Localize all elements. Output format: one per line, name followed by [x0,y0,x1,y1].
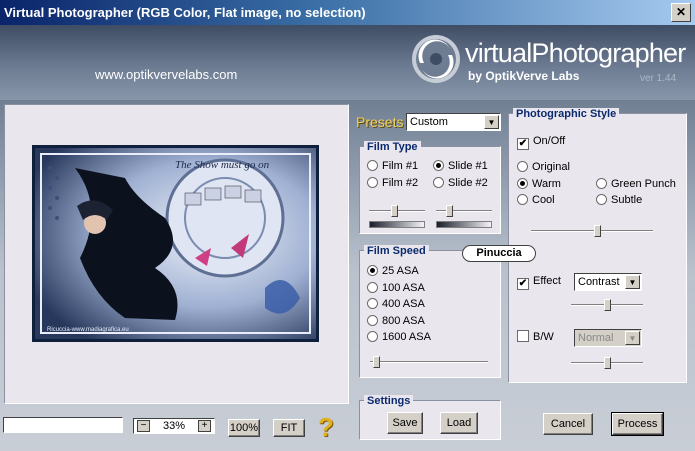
checkbox-checked-icon: ✔ [517,138,529,150]
zoom-value: 33% [162,420,186,432]
film-type-legend: Film Type [364,141,421,153]
style-option[interactable]: Subtle [596,194,642,206]
film-type-option[interactable]: Film #1 [367,160,418,172]
style-option[interactable]: Green Punch [596,178,676,190]
slider-thumb[interactable] [604,299,611,311]
photographic-style-legend: Photographic Style [513,108,620,120]
film-speed-legend: Film Speed [364,245,429,257]
film-speed-option[interactable]: 25 ASA [367,265,419,277]
radio-icon [433,177,444,188]
bw-selected: Normal [578,332,614,344]
photographic-style-group: Photographic Style ✔ On/Off Original Warm… [508,108,687,383]
onoff-checkbox[interactable]: ✔ On/Off [517,135,565,150]
preview-credit-text: Ricuccia-www.madiagrafica.eu [47,327,129,333]
presets-label: Presets [356,114,404,130]
zoom-in-button[interactable]: + [198,420,211,432]
radio-icon [367,282,378,293]
chevron-down-icon[interactable]: ▼ [625,275,640,289]
title-bar: Virtual Photographer (RGB Color, Flat im… [0,0,695,25]
film-type-option[interactable]: Slide #1 [433,160,488,172]
chevron-down-icon[interactable]: ▼ [484,115,499,129]
film-speed-option[interactable]: 800 ASA [367,315,425,327]
slider-thumb[interactable] [446,205,453,217]
checkbox-checked-icon: ✔ [517,278,529,290]
preview-image[interactable]: The Show must go on Ricuccia-www.madiagr… [32,145,319,342]
process-button[interactable]: Process [611,412,664,436]
version-label: ver 1.44 [640,73,677,84]
slider-thumb[interactable] [373,356,380,368]
progress-bar [3,417,123,433]
radio-icon [596,194,607,205]
radio-icon [367,298,378,309]
window-title: Virtual Photographer (RGB Color, Flat im… [4,5,366,20]
checkbox-unchecked-icon [517,330,529,342]
logo-swirl-icon [412,35,460,83]
film-type-group: Film Type Film #1 Slide #1 Film #2 Slide… [359,141,501,234]
preview-panel[interactable]: The Show must go on Ricuccia-www.madiagr… [4,104,349,404]
preview-artwork: The Show must go on Ricuccia-www.madiagr… [35,148,316,339]
zoom-100-button[interactable]: 100% [228,419,260,437]
bw-slider[interactable] [571,357,643,369]
radio-icon [367,331,378,342]
settings-legend: Settings [364,395,414,407]
effect-select[interactable]: Contrast ▼ [574,273,642,291]
help-icon[interactable]: ? [318,412,334,443]
presets-selected: Custom [410,116,448,128]
film-speed-group: Film Speed 25 ASA 100 ASA 400 ASA 800 AS… [359,245,501,378]
logo-title: virtualPhotographer [465,38,686,68]
style-option[interactable]: Cool [517,194,555,206]
bw-select[interactable]: Normal ▼ [574,329,642,347]
close-button[interactable]: ✕ [671,3,691,22]
save-button[interactable]: Save [387,412,423,434]
film-type-option[interactable]: Film #2 [367,177,418,189]
chevron-down-icon[interactable]: ▼ [625,331,640,345]
effect-selected: Contrast [578,276,620,288]
film-speed-option[interactable]: 400 ASA [367,298,425,310]
slider-thumb[interactable] [594,225,601,237]
settings-group: Settings Save Load [359,395,501,440]
radio-selected-icon [367,265,378,276]
effect-slider[interactable] [571,299,643,311]
film-type-slider-2[interactable] [436,205,492,217]
effect-checkbox[interactable]: ✔ Effect [517,275,561,290]
author-tag: Pinuccia [462,245,536,262]
tone-gradient-bar [436,221,492,228]
style-option[interactable]: Warm [517,178,561,190]
bw-checkbox[interactable]: B/W [517,330,554,343]
load-button[interactable]: Load [440,412,478,434]
logo-subtitle: by OptikVerve Labs [468,69,580,83]
zoom-fit-button[interactable]: FIT [273,419,305,437]
radio-icon [517,194,528,205]
radio-icon [367,177,378,188]
radio-icon [517,161,528,172]
film-type-option[interactable]: Slide #2 [433,177,488,189]
radio-selected-icon [517,178,528,189]
film-speed-slider[interactable] [370,356,488,368]
film-speed-option[interactable]: 1600 ASA [367,331,431,343]
radio-selected-icon [433,160,444,171]
radio-icon [367,315,378,326]
website-link[interactable]: www.optikvervelabs.com [95,67,237,82]
zoom-out-button[interactable]: − [137,420,150,432]
film-speed-option[interactable]: 100 ASA [367,282,425,294]
cancel-button[interactable]: Cancel [543,413,593,435]
radio-icon [596,178,607,189]
preview-watermark-text: The Show must go on [175,159,270,171]
slider-thumb[interactable] [604,357,611,369]
presets-select[interactable]: Custom ▼ [406,113,501,131]
film-type-slider-1[interactable] [369,205,425,217]
style-intensity-slider[interactable] [531,225,653,237]
zoom-control: − 33% + [133,418,215,434]
slider-thumb[interactable] [391,205,398,217]
header-banner: www.optikvervelabs.com virtualPhotograph… [0,25,695,100]
tone-gradient-bar [369,221,425,228]
radio-icon [367,160,378,171]
style-option[interactable]: Original [517,161,570,173]
